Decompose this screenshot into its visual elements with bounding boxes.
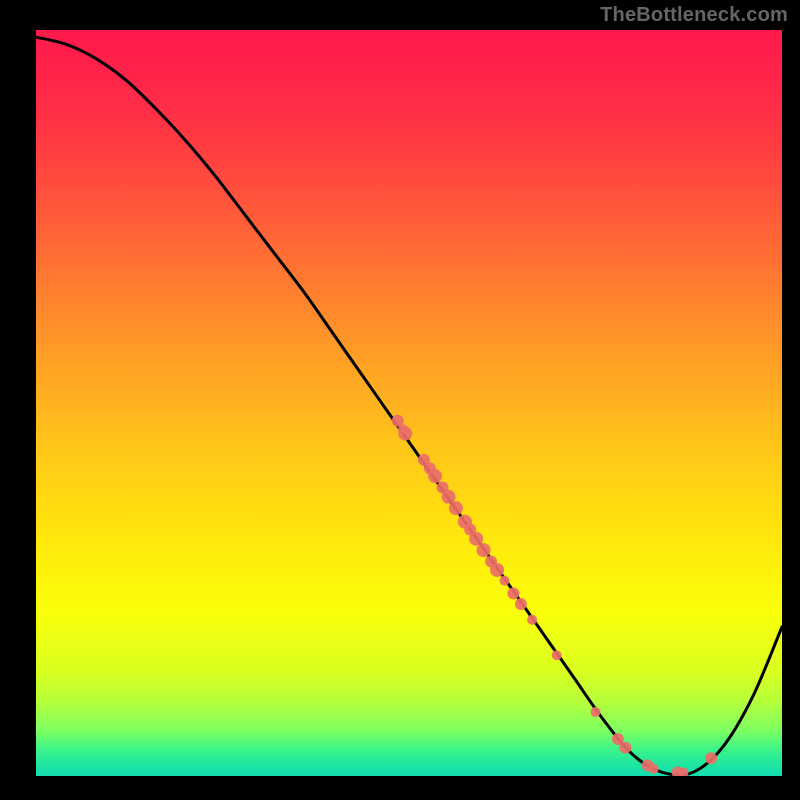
data-point — [398, 427, 412, 441]
data-point — [515, 598, 527, 610]
data-point — [449, 501, 463, 515]
chart-stage: TheBottleneck.com — [0, 0, 800, 800]
data-point — [619, 742, 631, 754]
data-point — [499, 576, 509, 586]
data-point — [477, 543, 491, 557]
data-point — [527, 615, 537, 625]
gradient-background — [36, 30, 782, 776]
chart-svg — [36, 30, 782, 776]
plot-area — [36, 30, 782, 776]
data-point — [591, 707, 601, 717]
data-point — [428, 469, 442, 483]
data-point — [552, 650, 562, 660]
data-point — [490, 563, 504, 577]
data-point — [705, 752, 717, 764]
watermark-label: TheBottleneck.com — [600, 4, 788, 27]
data-point — [649, 764, 659, 774]
data-point — [507, 587, 519, 599]
